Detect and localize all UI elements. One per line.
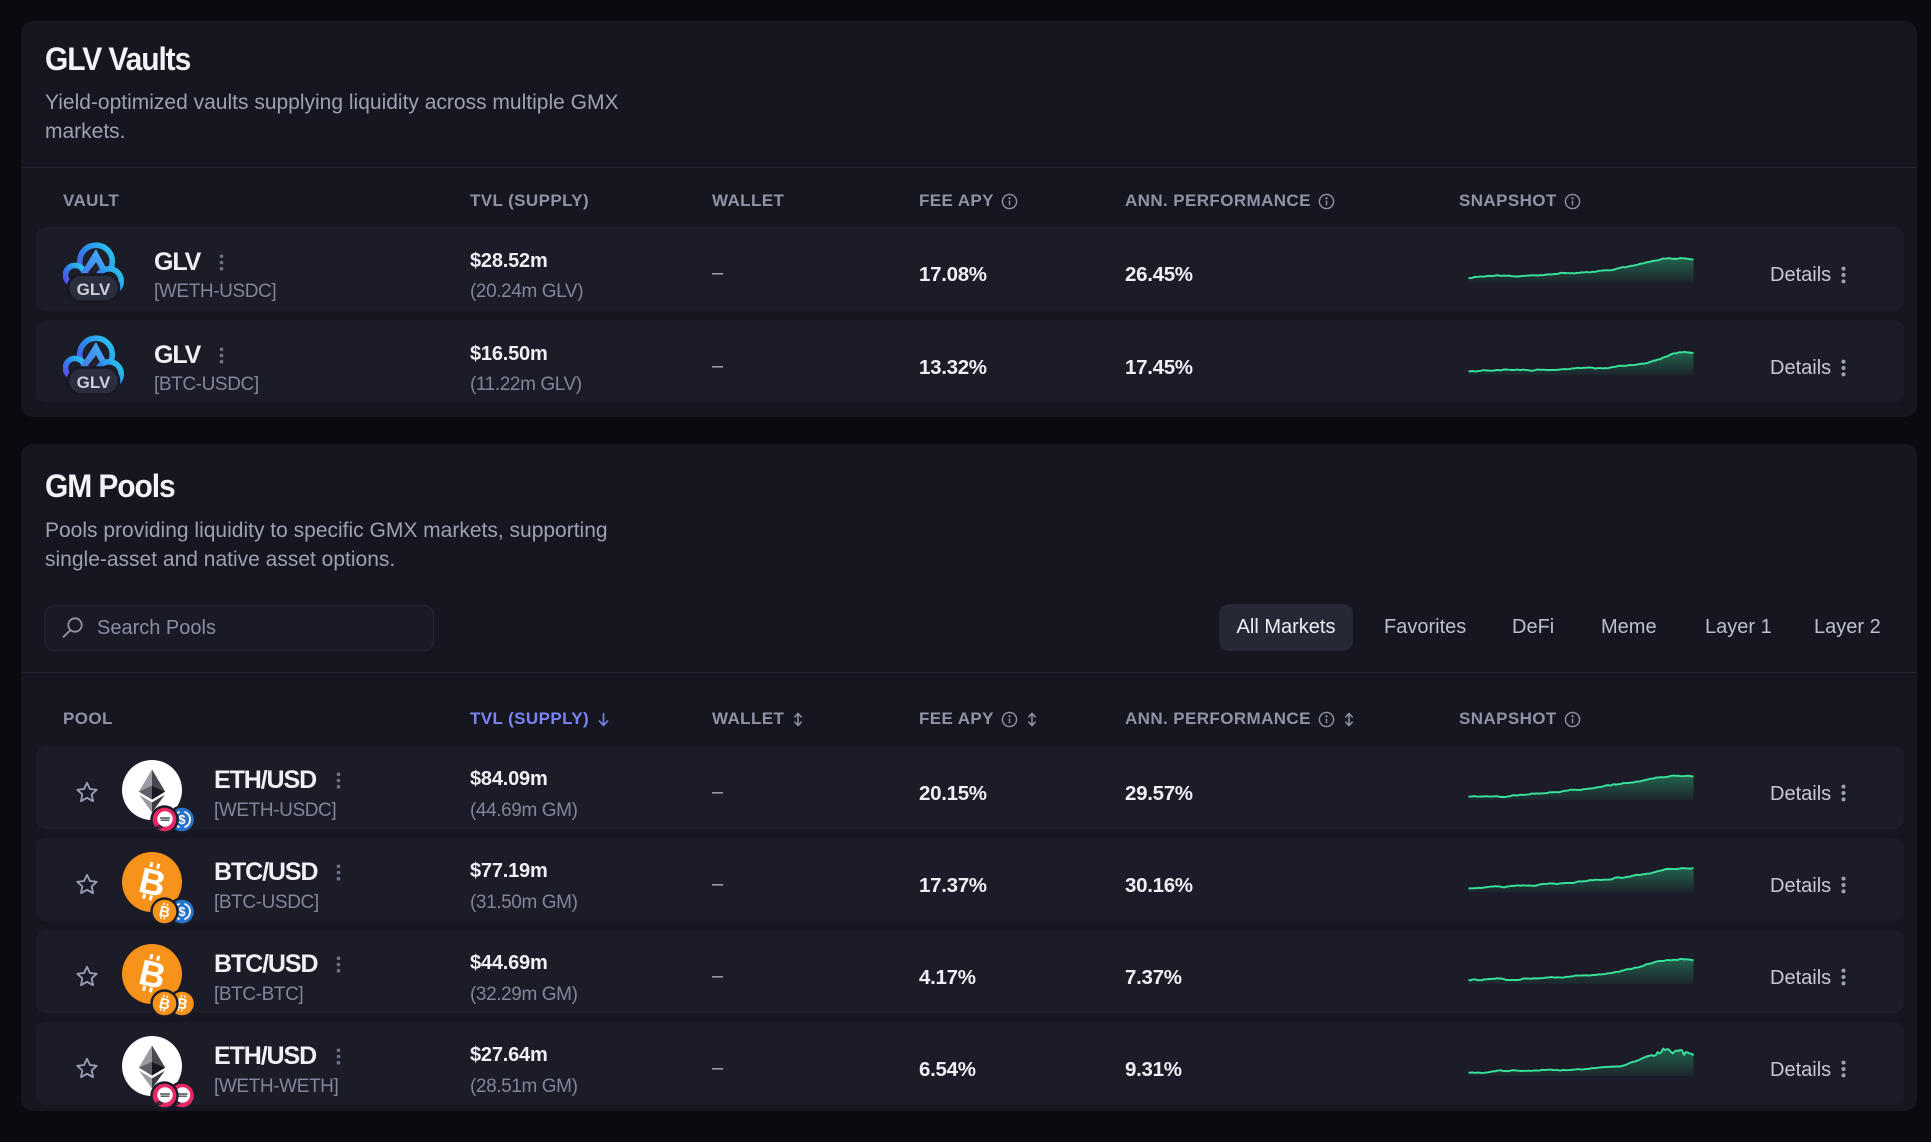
svg-text:$: $	[179, 905, 186, 919]
svg-text:GLV: GLV	[77, 280, 111, 299]
svg-text:GLV: GLV	[77, 373, 111, 392]
svg-text:$: $	[179, 813, 186, 827]
